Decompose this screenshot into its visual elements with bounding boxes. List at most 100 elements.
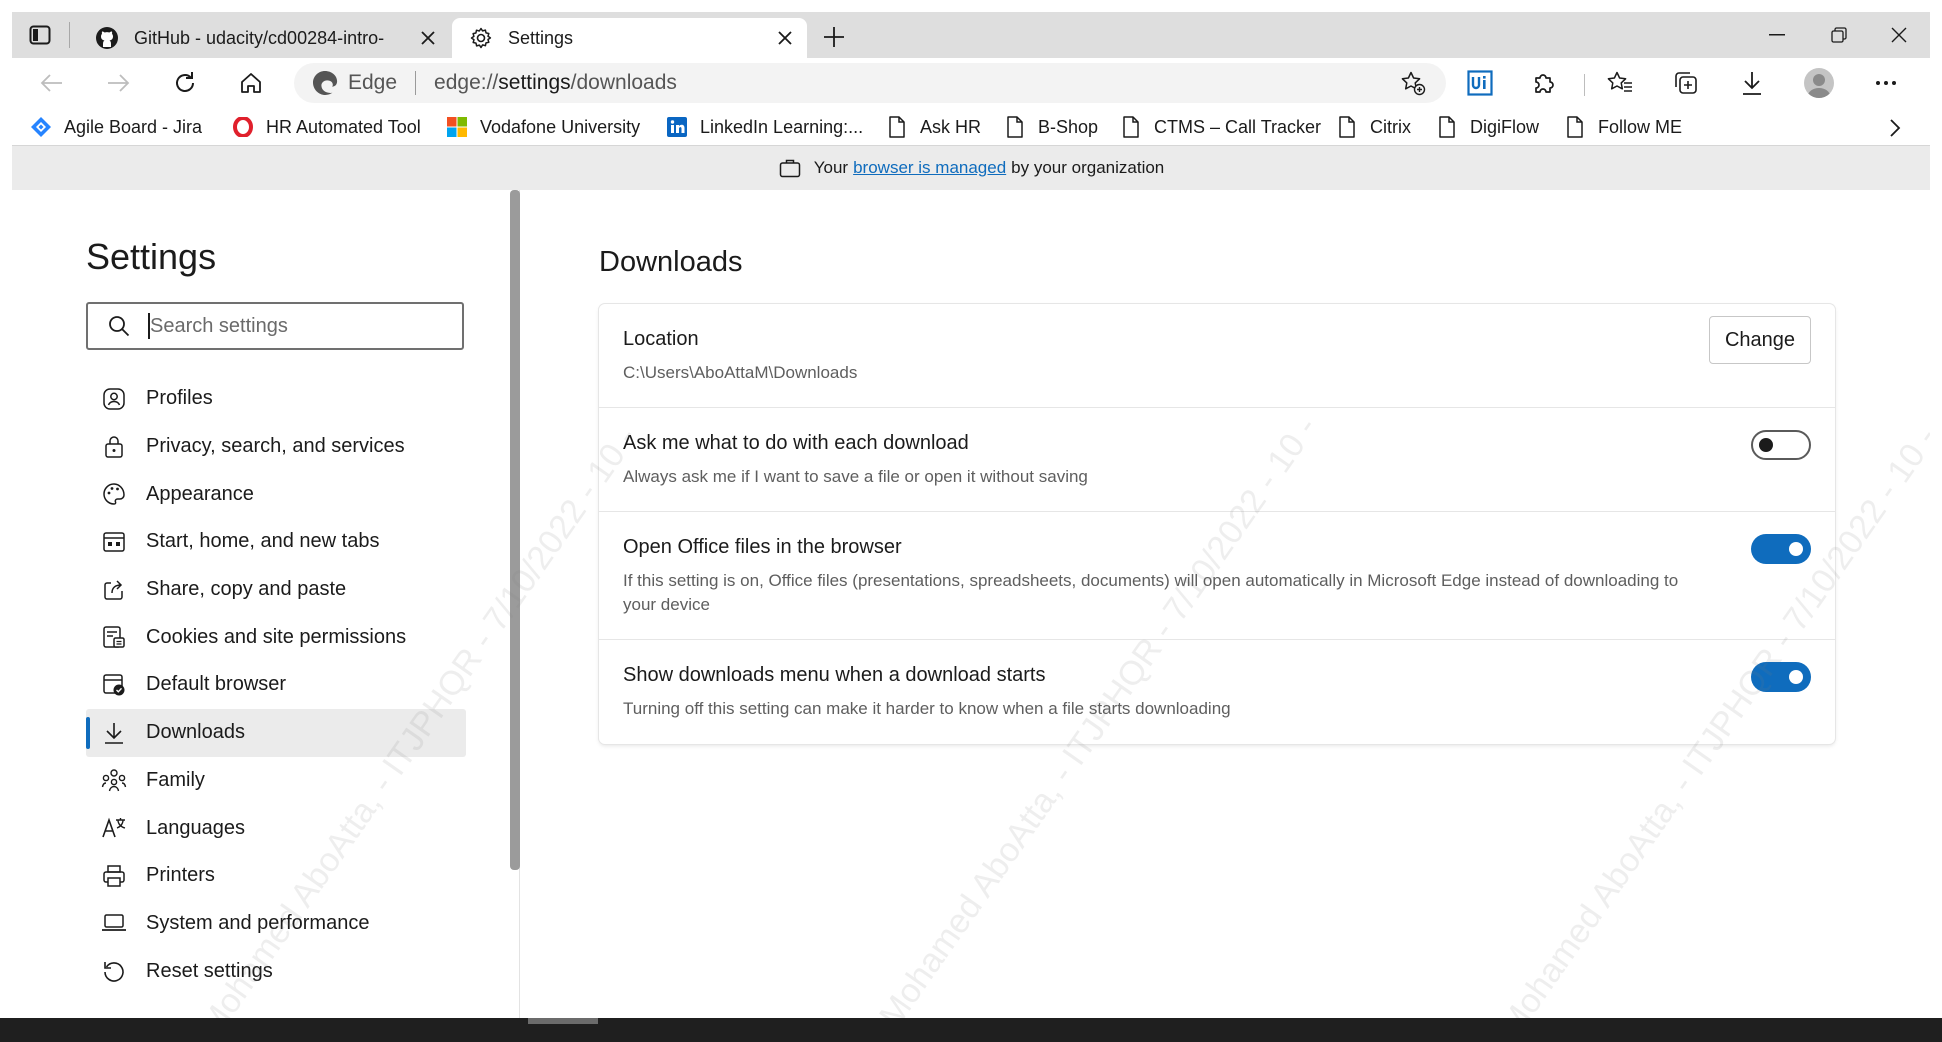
favorite-digiflow[interactable]: DigiFlow [1436, 113, 1539, 141]
ask-each-download-toggle[interactable] [1751, 430, 1811, 460]
setting-description: Always ask me if I want to save a file o… [623, 467, 1088, 486]
minimize-button[interactable] [1752, 18, 1802, 52]
favorites-bar: Agile Board - Jira HR Automated Tool Vod… [12, 108, 1930, 146]
managed-link[interactable]: browser is managed [853, 158, 1006, 178]
sidebar-item-label: Share, copy and paste [146, 578, 347, 601]
search-input[interactable] [150, 314, 440, 338]
collections-button[interactable] [1668, 66, 1704, 100]
sidebar-item-label: Printers [146, 864, 215, 887]
sidebar-item-label: Appearance [146, 482, 254, 505]
sidebar-scrollbar[interactable] [510, 190, 520, 870]
favorite-citrix[interactable]: Citrix [1336, 113, 1411, 141]
favorite-b-shop[interactable]: B-Shop [1004, 113, 1098, 141]
more-menu-button[interactable] [1868, 66, 1904, 100]
avatar[interactable] [1804, 68, 1834, 98]
location-path: C:\Users\AboAttaM\Downloads [623, 363, 858, 382]
favorite-ctms[interactable]: CTMS – Call Tracker [1120, 113, 1321, 141]
sidebar-item-languages[interactable]: Languages [86, 804, 466, 852]
favorites-icon [1606, 70, 1634, 96]
sidebar-item-share-copy[interactable]: Share, copy and paste [86, 566, 466, 614]
downloads-button[interactable] [1734, 66, 1770, 100]
favorite-vodafone-university[interactable]: Vodafone University [446, 113, 640, 141]
brand-label: Edge [348, 71, 398, 94]
toggle-knob [1759, 438, 1773, 452]
favorite-linkedin-learning[interactable]: LinkedIn Learning:... [666, 113, 863, 141]
tab-settings[interactable]: Settings [452, 18, 807, 58]
favorites-button[interactable] [1602, 66, 1638, 100]
open-office-files-row: Open Office files in the browser If this… [599, 512, 1835, 640]
sidebar-item-privacy[interactable]: Privacy, search, and services [86, 423, 466, 471]
sidebar-item-label: System and performance [146, 911, 370, 934]
tab-title: Settings [508, 27, 574, 48]
uipath-extension-button[interactable] [1462, 66, 1498, 100]
managed-banner: Your browser is managed by your organiza… [12, 146, 1930, 190]
favorite-label: Vodafone University [480, 116, 641, 137]
favorites-overflow-button[interactable] [1880, 114, 1910, 142]
settings-sidebar: Settings Profiles Privacy, search, and s… [12, 190, 520, 1042]
managed-prefix: Your [813, 158, 849, 177]
page-icon [1004, 116, 1026, 138]
sidebar-item-reset[interactable]: Reset settings [86, 947, 466, 995]
sidebar-item-label: Family [146, 768, 205, 791]
start-tabs-icon [100, 528, 128, 556]
sidebar-item-label: Privacy, search, and services [146, 435, 405, 458]
search-icon [106, 313, 132, 339]
favorite-ask-hr[interactable]: Ask HR [886, 113, 981, 141]
forward-button[interactable] [98, 64, 138, 102]
close-window-button[interactable] [1874, 18, 1924, 52]
sidebar-item-profiles[interactable]: Profiles [86, 375, 466, 423]
sidebar-item-printers[interactable]: Printers [86, 852, 466, 900]
new-tab-button[interactable] [818, 21, 850, 53]
search-box[interactable] [86, 302, 464, 350]
show-downloads-menu-toggle[interactable] [1751, 662, 1811, 692]
sidebar-item-family[interactable]: Family [86, 757, 466, 805]
extensions-button[interactable] [1526, 66, 1562, 100]
refresh-icon [172, 70, 198, 96]
url-text[interactable]: edge://settings/downloads [434, 71, 1396, 95]
change-location-button[interactable]: Change [1709, 316, 1811, 364]
open-office-files-toggle[interactable] [1751, 534, 1811, 564]
tab-strip: GitHub - udacity/cd00284-intro- Settings [12, 12, 1930, 58]
setting-description: Turning off this setting can make it har… [623, 699, 1231, 718]
refresh-button[interactable] [165, 64, 205, 102]
back-button[interactable] [32, 64, 72, 102]
reset-icon [100, 957, 128, 985]
url-host: settings [498, 71, 571, 94]
sidebar-item-start-home[interactable]: Start, home, and new tabs [86, 518, 466, 566]
download-icon [1740, 70, 1764, 96]
taskbar-item[interactable] [528, 1018, 598, 1024]
tab-title: GitHub - udacity/cd00284-intro- [134, 27, 385, 48]
sidebar-item-downloads[interactable]: Downloads [86, 708, 466, 757]
page-icon [1336, 116, 1358, 138]
favorite-jira[interactable]: Agile Board - Jira [30, 113, 202, 141]
sidebar-item-default-browser[interactable]: Default browser [86, 661, 466, 709]
downloads-settings-card: Location C:\Users\AboAttaM\Downloads Cha… [599, 304, 1835, 744]
setting-description: If this setting is on, Office files (pre… [623, 571, 1679, 614]
favorite-follow-me[interactable]: Follow ME [1564, 113, 1682, 141]
sidebar-item-label: Languages [146, 816, 245, 839]
lock-icon [100, 433, 128, 461]
url-path: /downloads [570, 71, 677, 94]
close-tab-icon[interactable] [414, 24, 442, 52]
home-icon [239, 71, 263, 95]
ask-each-download-row: Ask me what to do with each download Alw… [599, 408, 1835, 512]
github-icon [94, 25, 120, 51]
home-button[interactable] [231, 64, 271, 102]
share-icon [100, 576, 128, 604]
sidebar-item-label: Cookies and site permissions [146, 625, 407, 648]
arrow-left-icon [40, 73, 64, 93]
sidebar-item-cookies[interactable]: Cookies and site permissions [86, 613, 466, 661]
managed-suffix: by your organization [1011, 158, 1165, 177]
close-tab-icon[interactable] [771, 24, 799, 52]
address-bar[interactable]: Edge edge://settings/downloads [294, 63, 1446, 103]
toolbar-separator [1584, 74, 1585, 96]
tab-github[interactable]: GitHub - udacity/cd00284-intro- [78, 18, 450, 58]
favorite-label: LinkedIn Learning:... [700, 116, 864, 137]
sidebar-item-system[interactable]: System and performance [86, 900, 466, 948]
favorite-label: Follow ME [1598, 116, 1683, 137]
tab-actions-button[interactable] [22, 18, 58, 52]
restore-button[interactable] [1814, 18, 1864, 52]
favorite-hr-tool[interactable]: HR Automated Tool [232, 113, 421, 141]
sidebar-item-appearance[interactable]: Appearance [86, 470, 466, 518]
add-favorite-button[interactable] [1396, 66, 1430, 100]
